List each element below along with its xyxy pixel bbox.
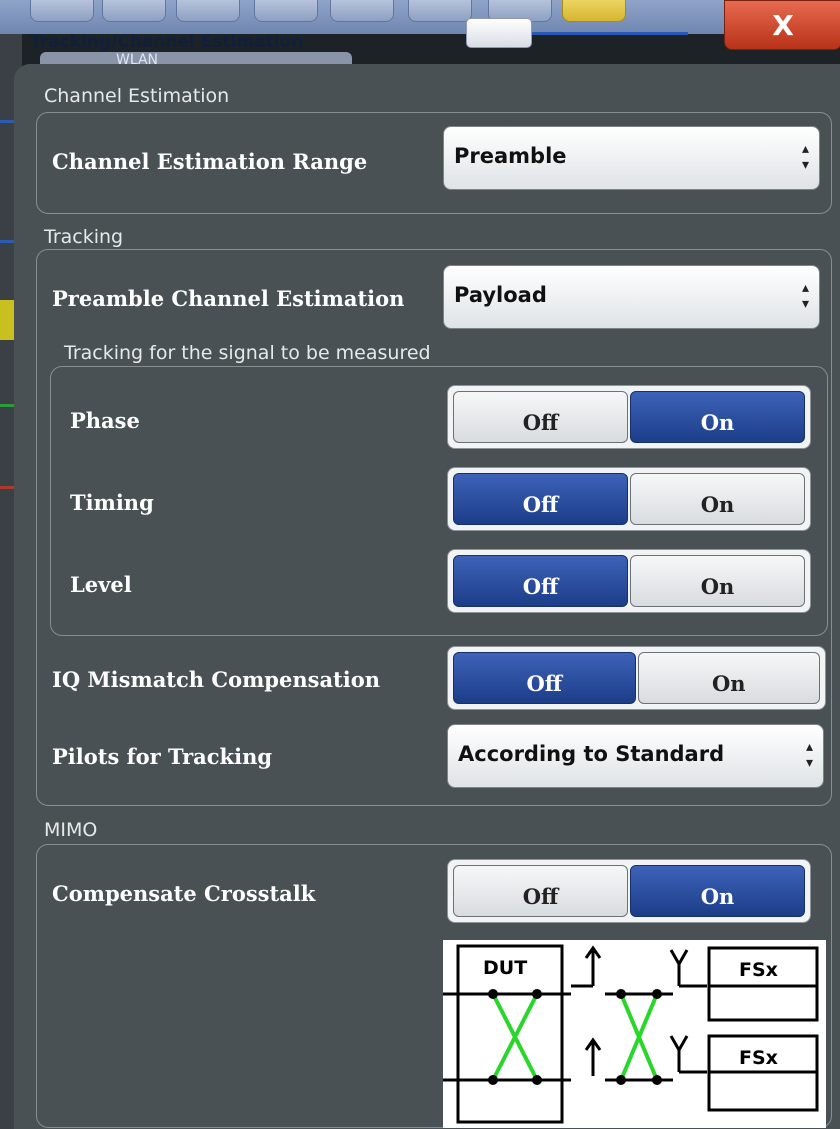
toolbar-button[interactable] <box>30 0 94 22</box>
top-toolbar <box>0 0 840 34</box>
toolbar-button[interactable] <box>102 0 166 22</box>
iq-mismatch-on-button[interactable]: On <box>637 652 820 704</box>
slider-track <box>506 32 688 35</box>
node <box>616 989 626 999</box>
timing-off-button[interactable]: Off <box>453 473 628 525</box>
crosstalk-diagram-svg: DUT FSx FSx <box>443 944 819 1124</box>
crosstalk-off-button[interactable]: Off <box>453 865 628 917</box>
phase-off-button[interactable]: Off <box>453 391 628 443</box>
node <box>488 1075 498 1085</box>
section-title-channel-estimation: Channel Estimation <box>44 85 230 107</box>
antenna-icon <box>584 1037 602 1076</box>
antenna-icon <box>669 949 707 988</box>
channel-estimation-range-dropdown[interactable]: Preamble ▴ ▾ <box>443 126 820 190</box>
compensate-crosstalk-label: Compensate Crosstalk <box>52 881 316 906</box>
dut-label: DUT <box>483 957 527 979</box>
dropdown-value: According to Standard <box>458 742 725 766</box>
transparency-slider[interactable] <box>466 18 688 48</box>
preamble-channel-estimation-label: Preamble Channel Estimation <box>52 286 405 311</box>
toolbar-button[interactable] <box>330 0 394 22</box>
tracking-subgroup-title: Tracking for the signal to be measured <box>64 342 431 364</box>
pilots-for-tracking-label: Pilots for Tracking <box>52 744 273 769</box>
antenna-icon <box>571 945 602 988</box>
level-label: Level <box>70 572 132 597</box>
toolbar-button[interactable] <box>176 0 240 22</box>
section-title-tracking: Tracking <box>44 226 124 248</box>
close-icon: X <box>772 8 794 42</box>
pilots-for-tracking-dropdown[interactable]: According to Standard ▴ ▾ <box>447 724 824 788</box>
crosstalk-toggle[interactable]: Off On <box>447 859 811 923</box>
toolbar-button[interactable] <box>254 0 318 22</box>
preamble-channel-estimation-dropdown[interactable]: Payload ▴ ▾ <box>443 265 820 329</box>
node <box>652 989 662 999</box>
node <box>488 989 498 999</box>
fsx-top-label: FSx <box>739 959 778 981</box>
toolbar-button[interactable] <box>408 0 472 22</box>
iq-mismatch-off-button[interactable]: Off <box>453 652 636 704</box>
phase-toggle[interactable]: Off On <box>447 385 811 449</box>
channel-estimation-range-label: Channel Estimation Range <box>52 149 368 174</box>
slider-thumb[interactable] <box>466 18 532 48</box>
timing-toggle[interactable]: Off On <box>447 467 811 531</box>
iq-mismatch-label: IQ Mismatch Compensation <box>52 667 381 692</box>
updown-arrow-icon: ▴ ▾ <box>801 141 809 173</box>
crosstalk-on-button[interactable]: On <box>630 865 805 917</box>
timing-on-button[interactable]: On <box>630 473 805 525</box>
section-title-mimo: MIMO <box>44 819 98 841</box>
timing-label: Timing <box>70 490 154 515</box>
iq-mismatch-toggle[interactable]: Off On <box>447 646 826 710</box>
node <box>652 1075 662 1085</box>
fsx-bottom-label: FSx <box>739 1047 778 1069</box>
level-on-button[interactable]: On <box>630 555 805 607</box>
dropdown-value: Payload <box>454 283 547 307</box>
level-toggle[interactable]: Off On <box>447 549 811 613</box>
updown-arrow-icon: ▴ ▾ <box>805 739 813 771</box>
close-button[interactable]: X <box>724 0 840 50</box>
updown-arrow-icon: ▴ ▾ <box>801 280 809 312</box>
phase-label: Phase <box>70 408 140 433</box>
level-off-button[interactable]: Off <box>453 555 628 607</box>
antenna-icon <box>669 1035 707 1074</box>
phase-on-button[interactable]: On <box>630 391 805 443</box>
crosstalk-diagram: DUT FSx FSx <box>443 940 826 1128</box>
node <box>532 989 542 999</box>
dialog-title: Tracking/Channel Estimation <box>30 32 304 52</box>
node <box>532 1075 542 1085</box>
dropdown-value: Preamble <box>454 144 567 168</box>
node <box>616 1075 626 1085</box>
